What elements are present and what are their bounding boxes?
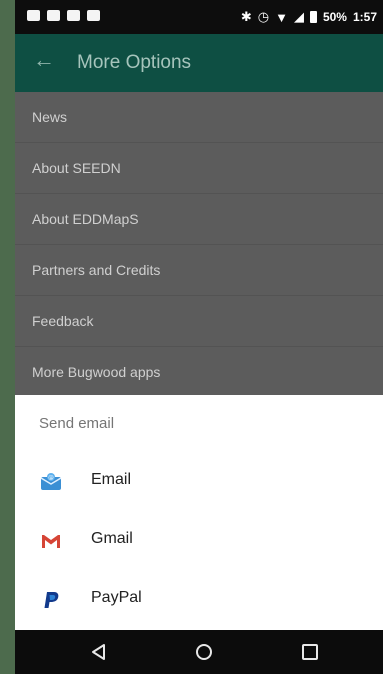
clock: 1:57 — [352, 10, 377, 24]
sheet-title: Send email — [39, 415, 115, 432]
alarm-icon: ◷ — [257, 9, 270, 24]
system-status-icons: ✱ ◷ ▼ ◢ 50% 1:57 — [241, 9, 377, 25]
option-label: Email — [91, 471, 132, 488]
image-notification-icon — [27, 10, 40, 21]
svg-text:@: @ — [48, 475, 54, 481]
back-nav-icon[interactable] — [89, 642, 109, 662]
list-item-news[interactable]: News — [15, 92, 383, 143]
system-nav-bar — [15, 630, 383, 674]
send-email-sheet: Send email @ Email Gmail PayPal — [15, 395, 383, 657]
list-item-more-bugwood-apps[interactable]: More Bugwood apps — [15, 347, 383, 398]
battery-percent: 50% — [322, 10, 347, 24]
home-nav-icon[interactable] — [194, 642, 214, 662]
option-gmail[interactable]: Gmail — [15, 512, 383, 568]
option-paypal[interactable]: PayPal — [15, 571, 383, 627]
list-item-partners-credits[interactable]: Partners and Credits — [15, 245, 383, 296]
app-notification-icon — [87, 10, 100, 21]
bluetooth-icon: ✱ — [240, 9, 252, 24]
option-label: PayPal — [91, 589, 142, 606]
option-email[interactable]: @ Email — [15, 453, 383, 509]
recents-nav-icon[interactable] — [300, 642, 320, 662]
email-app-icon: @ — [40, 473, 62, 490]
battery-icon — [309, 11, 317, 23]
status-bar: ✱ ◷ ▼ ◢ 50% 1:57 — [15, 0, 383, 34]
signal-icon: ◢ — [293, 9, 304, 24]
list-item-feedback[interactable]: Feedback — [15, 296, 383, 347]
notification-icons — [27, 10, 100, 21]
list-item-about-eddmaps[interactable]: About EDDMapS — [15, 194, 383, 245]
phone-screen: ✱ ◷ ▼ ◢ 50% 1:57 ← More Options News Abo… — [15, 0, 383, 674]
mail-notification-icon — [47, 10, 60, 21]
gmail-icon — [42, 535, 60, 548]
paypal-icon — [44, 592, 59, 608]
mail-notification-icon — [67, 10, 80, 21]
list-item-about-seedn[interactable]: About SEEDN — [15, 143, 383, 194]
app-bar: ← More Options — [15, 34, 383, 92]
options-list: News About SEEDN About EDDMapS Partners … — [15, 92, 383, 398]
wifi-icon: ▼ — [275, 9, 288, 25]
option-label: Gmail — [91, 530, 133, 547]
back-arrow-icon[interactable]: ← — [33, 48, 57, 72]
page-title: More Options — [77, 52, 192, 73]
